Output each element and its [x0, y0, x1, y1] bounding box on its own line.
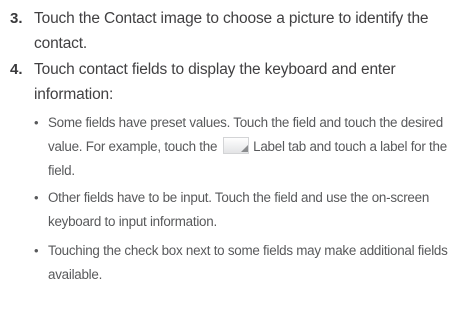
bullet-marker: • — [34, 243, 39, 258]
step-number: 4. — [10, 61, 23, 78]
bullet-marker: • — [34, 115, 39, 130]
step-number: 3. — [10, 10, 23, 27]
bullet-text: Other fields have to be input. Touch the… — [48, 190, 430, 229]
bullet-text: Some fields have preset values. Touch th… — [48, 111, 468, 183]
step-text: Touch contact fields to display the keyb… — [34, 61, 396, 103]
bullet-marker: • — [34, 190, 39, 205]
label-tab-icon — [223, 137, 250, 154]
manual-page: 3. Touch the Contact image to choose a p… — [0, 0, 472, 325]
bullet-text: Touching the check box next to some fiel… — [48, 243, 448, 282]
step-text: Touch the Contact image to choose a pict… — [34, 10, 429, 52]
